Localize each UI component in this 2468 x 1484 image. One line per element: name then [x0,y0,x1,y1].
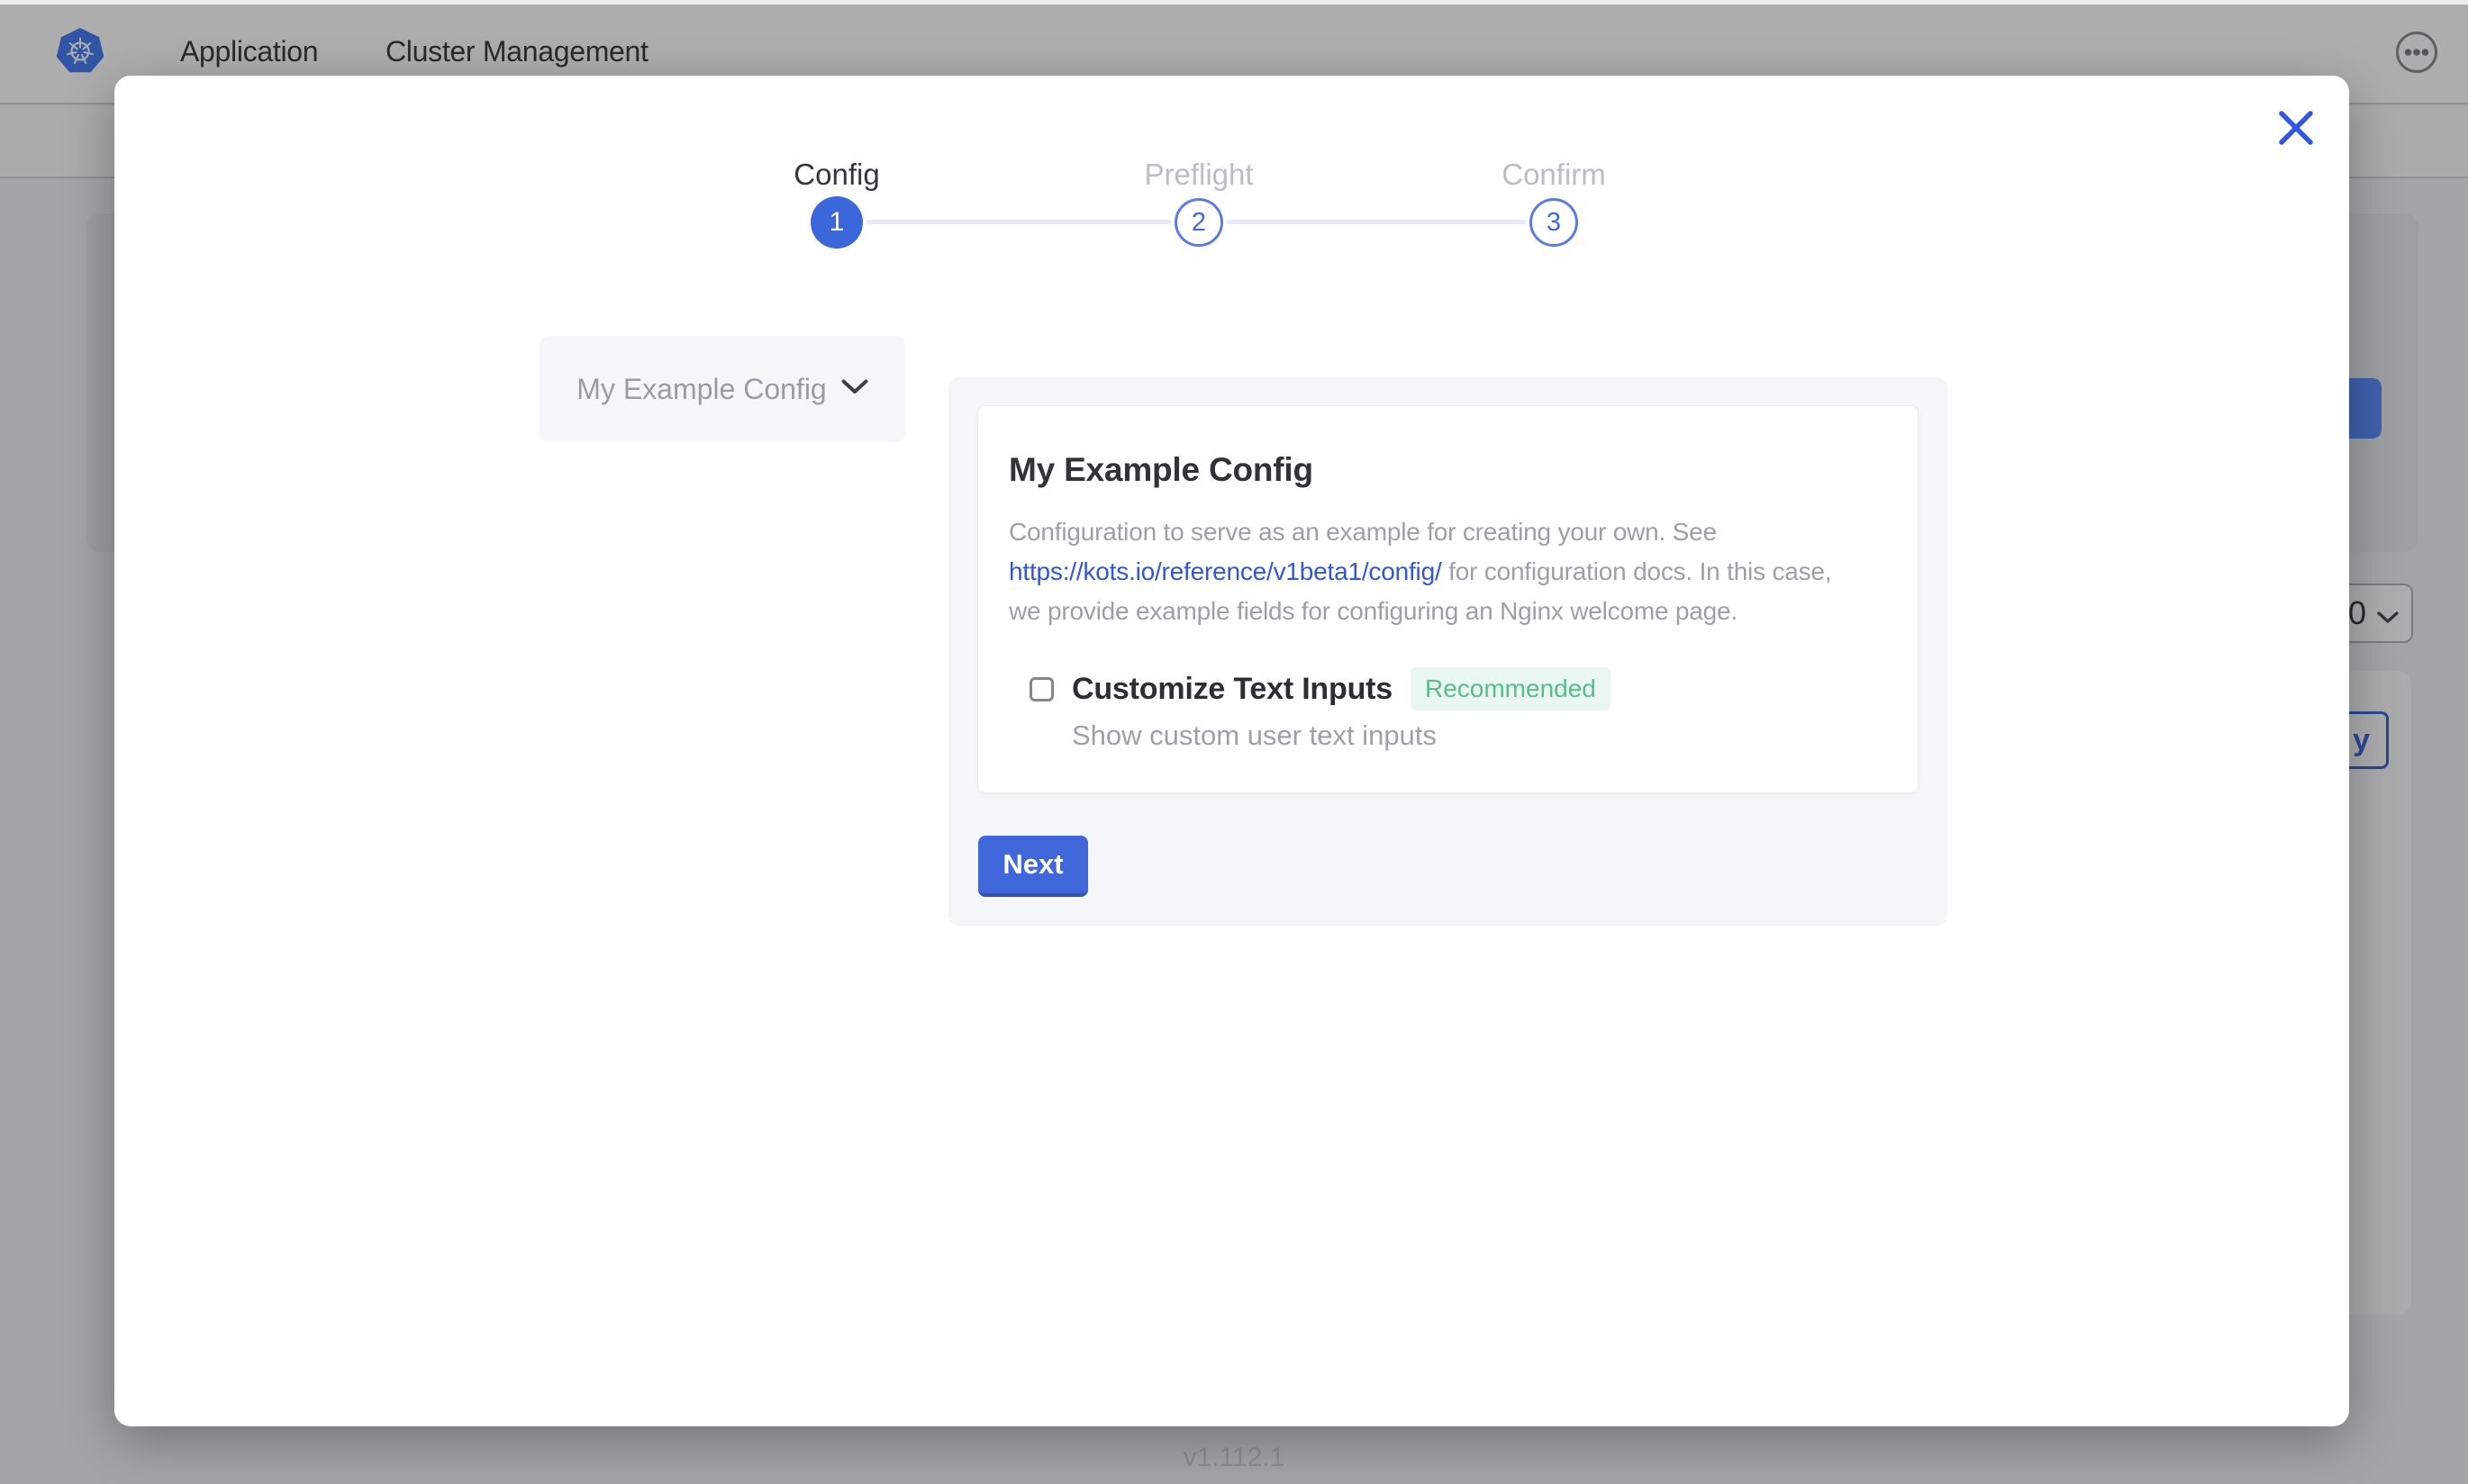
stepper-connector [867,220,1171,224]
customize-text-inputs-label: Customize Text Inputs [1072,672,1393,707]
step-label-config: Config [693,158,981,192]
next-button[interactable]: Next [978,836,1088,897]
config-group-selector-label: My Example Config [576,373,826,406]
description-line-2: for configuration docs. In this case, [1442,557,1832,585]
recommended-badge: Recommended [1411,667,1611,710]
customize-text-inputs-checkbox[interactable] [1030,677,1054,701]
viewport-top-strip [0,0,2468,5]
config-panel: My Example Config Configuration to serve… [948,377,1947,926]
step-label-confirm: Confirm [1410,158,1698,192]
step-circle-3[interactable]: 3 [1529,198,1578,247]
step-label-preflight: Preflight [1055,158,1343,192]
step-circle-1[interactable]: 1 [811,196,863,249]
customize-text-inputs-help: Show custom user text inputs [1072,719,1887,752]
description-line-3: we provide example fields for configurin… [1009,597,1738,625]
page: { "app": { "top_nav": { "logo_icon": "ku… [0,0,2468,1484]
config-group-description: Configuration to serve as an example for… [1009,512,1887,631]
step-circle-2[interactable]: 2 [1175,198,1223,247]
config-wizard-modal: Config Preflight Confirm 1 2 3 My Exampl… [114,76,2349,1426]
description-line-1: Configuration to serve as an example for… [1009,518,1717,546]
customize-text-inputs-row: Customize Text Inputs Recommended [1030,667,1887,710]
close-icon[interactable] [2273,105,2318,150]
config-group-selector[interactable]: My Example Config [540,336,905,442]
config-group-card: My Example Config Configuration to serve… [978,406,1918,792]
config-group-title: My Example Config [1009,451,1887,489]
stepper-connector [1227,220,1526,224]
chevron-down-icon [841,379,868,399]
config-docs-link[interactable]: https://kots.io/reference/v1beta1/config… [1009,557,1442,585]
